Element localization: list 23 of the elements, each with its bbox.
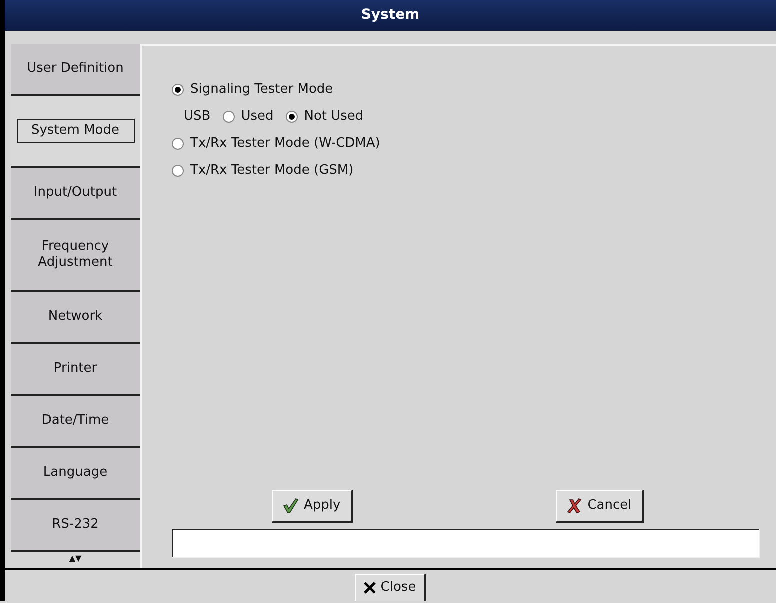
radio-button[interactable]: Signaling Tester Mode (172, 80, 334, 100)
close-icon (364, 582, 376, 594)
radio-button[interactable]: Tx/Rx Tester Mode (GSM) (172, 160, 354, 180)
sidebar-tab[interactable]: Input/Output (11, 168, 140, 220)
apply-button[interactable]: Apply (272, 490, 353, 522)
radio-button[interactable]: Not Used (286, 106, 364, 126)
sidebar-tab[interactable]: Date/Time (11, 396, 140, 448)
sidebar-tab[interactable]: RS-232 (11, 500, 140, 552)
check-icon (283, 498, 299, 514)
sidebar-tab[interactable]: Frequency Adjustment (11, 220, 140, 292)
sidebar-tab[interactable]: Network (11, 292, 140, 344)
cross-icon (566, 498, 583, 514)
scroll-arrows[interactable]: ▲▼ (11, 552, 140, 566)
radio-button[interactable]: Used (222, 106, 274, 126)
sidebar-tab[interactable]: User Definition (11, 44, 140, 96)
radio-button[interactable]: Tx/Rx Tester Mode (W-CDMA) (172, 134, 380, 154)
close-button[interactable]: Close (354, 574, 426, 601)
window-title: System (0, 0, 776, 31)
sidebar-tab[interactable]: Language (11, 448, 140, 500)
status-field[interactable] (172, 529, 760, 558)
cancel-button[interactable]: Cancel (556, 490, 644, 522)
sidebar-tab[interactable]: Printer (11, 344, 140, 396)
usb-label: USB (184, 108, 211, 126)
